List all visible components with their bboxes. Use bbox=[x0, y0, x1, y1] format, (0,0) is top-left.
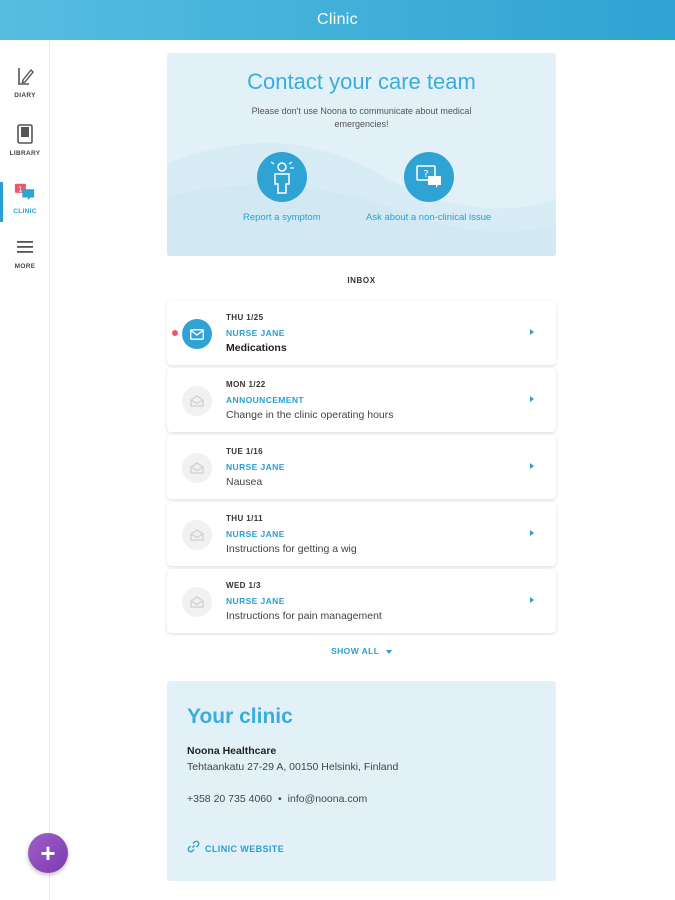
message-date: THU 1/25 bbox=[226, 313, 264, 322]
clinic-website-link[interactable]: CLINIC WEBSITE bbox=[187, 840, 284, 858]
inbox-message[interactable]: WED 1/3 NURSE JANE Instructions for pain… bbox=[167, 569, 556, 633]
page-title: Clinic bbox=[317, 11, 358, 28]
diary-icon bbox=[14, 64, 36, 88]
library-icon bbox=[14, 122, 36, 146]
message-date: THU 1/11 bbox=[226, 514, 263, 523]
show-all-button[interactable]: SHOW ALL bbox=[167, 646, 556, 656]
plus-icon: + bbox=[40, 837, 56, 868]
app-header: Clinic bbox=[0, 0, 675, 40]
link-icon bbox=[187, 840, 200, 858]
svg-text:?: ? bbox=[423, 169, 428, 180]
message-subject: Nausea bbox=[226, 476, 263, 488]
message-subject: Instructions for pain management bbox=[226, 610, 382, 622]
inbox-message[interactable]: MON 1/22 ANNOUNCEMENT Change in the clin… bbox=[167, 368, 556, 432]
clinic-website-label: CLINIC WEBSITE bbox=[205, 844, 285, 854]
sidebar-item-clinic[interactable]: 1 CLINIC bbox=[0, 180, 50, 228]
sidebar: DIARY LIBRARY 1 CLINIC MORE bbox=[0, 40, 50, 900]
inbox-title: INBOX bbox=[347, 276, 376, 285]
chevron-right-icon bbox=[530, 530, 534, 536]
message-subject: Medications bbox=[226, 342, 287, 354]
clinic-section-title: Your clinic bbox=[187, 705, 293, 728]
message-subject: Change in the clinic operating hours bbox=[226, 409, 394, 421]
inbox-message[interactable]: TUE 1/16 NURSE JANE Nausea bbox=[167, 435, 556, 499]
your-clinic-card: Your clinic Noona Healthcare Tehtaankatu… bbox=[167, 681, 556, 881]
message-sender: NURSE JANE bbox=[226, 462, 285, 472]
message-sender: NURSE JANE bbox=[226, 328, 285, 338]
caret-down-icon bbox=[385, 649, 392, 654]
envelope-icon bbox=[182, 319, 212, 349]
chevron-right-icon bbox=[530, 463, 534, 469]
show-all-label: SHOW ALL bbox=[331, 646, 380, 656]
clinic-email[interactable]: info@noona.com bbox=[288, 793, 368, 805]
message-sender: NURSE JANE bbox=[226, 529, 285, 539]
contact-title: Contact your care team bbox=[247, 69, 476, 94]
inbox-message[interactable]: THU 1/25 NURSE JANE Medications bbox=[167, 301, 556, 365]
sidebar-item-label: DIARY bbox=[14, 92, 36, 99]
clinic-address: Tehtaankatu 27-29 A, 00150 Helsinki, Fin… bbox=[187, 761, 399, 773]
chevron-right-icon bbox=[530, 597, 534, 603]
report-symptom-label: Report a symptom bbox=[243, 212, 321, 223]
chevron-right-icon bbox=[530, 329, 534, 335]
envelope-open-icon bbox=[182, 386, 212, 416]
envelope-open-icon bbox=[182, 587, 212, 617]
menu-icon bbox=[14, 235, 36, 259]
sidebar-item-label: MORE bbox=[14, 263, 36, 270]
clinic-name: Noona Healthcare bbox=[187, 745, 277, 757]
svg-text:1: 1 bbox=[18, 185, 23, 194]
unread-dot bbox=[172, 330, 178, 336]
sidebar-item-label: LIBRARY bbox=[9, 150, 41, 157]
background-wave bbox=[167, 143, 556, 256]
report-symptom-button[interactable]: Report a symptom bbox=[243, 152, 321, 223]
message-date: TUE 1/16 bbox=[226, 447, 263, 456]
separator: • bbox=[277, 793, 282, 805]
non-clinical-question-label: Ask about a non-clinical issue bbox=[366, 212, 492, 223]
message-sender: NURSE JANE bbox=[226, 596, 285, 606]
person-symptom-icon bbox=[256, 152, 307, 202]
envelope-open-icon bbox=[182, 453, 212, 483]
message-date: WED 1/3 bbox=[226, 581, 261, 590]
sidebar-item-label: CLINIC bbox=[13, 208, 37, 215]
clinic-contact-line: +358 20 735 4060 • info@noona.com bbox=[187, 793, 367, 805]
message-date: MON 1/22 bbox=[226, 380, 266, 389]
emergency-warning: Please don't use Noona to communicate ab… bbox=[251, 106, 472, 129]
inbox-message[interactable]: THU 1/11 NURSE JANE Instructions for get… bbox=[167, 502, 556, 566]
clinic-chat-icon: 1 bbox=[14, 180, 36, 204]
message-sender: ANNOUNCEMENT bbox=[226, 395, 304, 405]
message-subject: Instructions for getting a wig bbox=[226, 543, 357, 555]
sidebar-item-more[interactable]: MORE bbox=[0, 235, 50, 283]
sidebar-item-library[interactable]: LIBRARY bbox=[0, 122, 50, 170]
add-button[interactable]: + bbox=[28, 833, 68, 873]
sidebar-item-diary[interactable]: DIARY bbox=[0, 64, 50, 112]
chevron-right-icon bbox=[530, 396, 534, 402]
envelope-open-icon bbox=[182, 520, 212, 550]
contact-care-team-card: Contact your care team Please don't use … bbox=[167, 53, 556, 256]
non-clinical-question-button[interactable]: ? Ask about a non-clinical issue bbox=[366, 152, 491, 223]
question-chat-icon: ? bbox=[403, 152, 454, 202]
clinic-phone[interactable]: +358 20 735 4060 bbox=[187, 793, 272, 805]
